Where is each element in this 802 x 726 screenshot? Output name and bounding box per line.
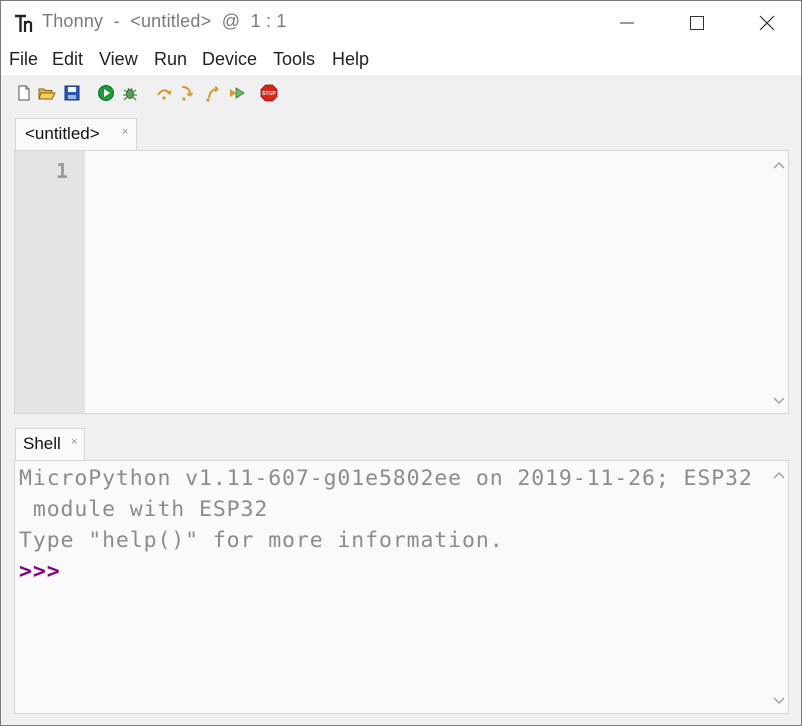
tab-close-icon[interactable]: × bbox=[122, 126, 128, 138]
thonny-window: Thonny - <untitled> @ 1 : 1 File Edit Vi… bbox=[0, 0, 802, 726]
shell-line: Type "help()" for more information. bbox=[19, 528, 504, 553]
menu-run[interactable]: Run bbox=[154, 49, 187, 70]
shell-output: MicroPython v1.11-607-g01e5802ee on 2019… bbox=[19, 463, 753, 587]
shell-console[interactable]: MicroPython v1.11-607-g01e5802ee on 2019… bbox=[14, 460, 789, 714]
minimize-button[interactable] bbox=[604, 1, 650, 45]
save-icon[interactable] bbox=[63, 84, 81, 102]
shell-line: MicroPython v1.11-607-g01e5802ee on 2019… bbox=[19, 466, 753, 491]
menu-bar: File Edit View Run Device Tools Help bbox=[1, 45, 801, 75]
scroll-up-icon[interactable] bbox=[773, 471, 785, 479]
scroll-down-icon[interactable] bbox=[773, 697, 785, 705]
open-folder-icon[interactable] bbox=[38, 84, 56, 102]
run-icon[interactable] bbox=[97, 84, 115, 102]
menu-edit[interactable]: Edit bbox=[52, 49, 83, 70]
editor-scrollbar[interactable] bbox=[770, 151, 788, 413]
tab-shell[interactable]: Shell × bbox=[15, 428, 85, 460]
new-file-icon[interactable] bbox=[15, 84, 33, 102]
code-editor[interactable]: 1 bbox=[14, 150, 789, 414]
maximize-icon bbox=[690, 16, 704, 30]
shell-scrollbar[interactable] bbox=[770, 461, 788, 713]
stop-icon[interactable]: STOP bbox=[260, 84, 278, 102]
step-into-icon[interactable] bbox=[179, 84, 197, 102]
tab-untitled[interactable]: <untitled> × bbox=[15, 118, 137, 150]
scroll-down-icon[interactable] bbox=[773, 397, 785, 405]
menu-help[interactable]: Help bbox=[332, 49, 369, 70]
close-icon bbox=[759, 15, 775, 31]
close-button[interactable] bbox=[744, 1, 790, 45]
step-out-icon[interactable] bbox=[204, 84, 222, 102]
window-title: Thonny - <untitled> @ 1 : 1 bbox=[42, 11, 287, 31]
tab-close-icon[interactable]: × bbox=[71, 436, 77, 448]
line-number: 1 bbox=[55, 159, 68, 183]
maximize-button[interactable] bbox=[674, 1, 720, 45]
debug-icon[interactable] bbox=[121, 84, 139, 102]
shell-prompt[interactable]: >>> bbox=[19, 559, 61, 584]
menu-file[interactable]: File bbox=[9, 49, 38, 70]
thonny-logo-icon bbox=[15, 14, 33, 32]
resume-icon[interactable] bbox=[228, 84, 246, 102]
minimize-icon bbox=[620, 22, 634, 24]
shell-line: module with ESP32 bbox=[19, 497, 269, 522]
menu-device[interactable]: Device bbox=[202, 49, 257, 70]
menu-view[interactable]: View bbox=[99, 49, 138, 70]
stop-label: STOP bbox=[262, 91, 277, 97]
scroll-up-icon[interactable] bbox=[773, 161, 785, 169]
editor-tab-label: <untitled> bbox=[25, 124, 100, 143]
step-over-icon[interactable] bbox=[155, 84, 173, 102]
toolbar: STOP bbox=[1, 75, 801, 115]
line-number-gutter: 1 bbox=[15, 151, 85, 413]
title-bar: Thonny - <untitled> @ 1 : 1 bbox=[1, 1, 801, 45]
menu-tools[interactable]: Tools bbox=[273, 49, 315, 70]
shell-tab-label: Shell bbox=[23, 434, 61, 453]
